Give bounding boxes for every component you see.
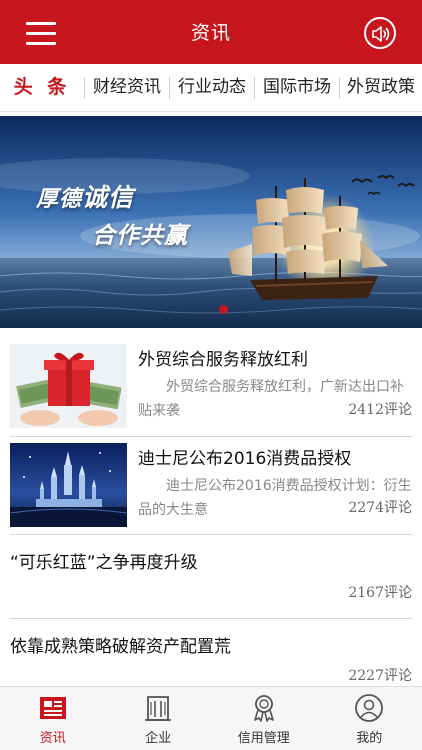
user-profile-icon xyxy=(355,694,384,722)
comment-count: 2274评论 xyxy=(348,500,412,516)
banner-slogan-part1: 厚德 xyxy=(36,187,83,212)
nav-label: 企业 xyxy=(145,731,172,746)
news-item[interactable]: 外贸综合服务释放红利 外贸综合服务释放红利，广新达出口补贴来袭 2412评论 xyxy=(10,344,412,432)
speaker-button[interactable] xyxy=(364,17,396,49)
speaker-icon xyxy=(372,26,390,42)
tab-trade-policy[interactable]: 外贸政策 xyxy=(340,64,422,112)
news-thumbnail xyxy=(10,344,127,428)
category-tabs: 头 条 财经资讯 行业动态 国际市场 外贸政策 xyxy=(0,64,422,112)
comment-count: 2412评论 xyxy=(348,402,412,418)
award-ribbon-icon xyxy=(253,695,274,722)
banner-slogan-line1: 厚德诚信 xyxy=(36,178,134,214)
tab-international-market[interactable]: 国际市场 xyxy=(255,64,339,112)
news-title: 迪士尼公布2016消费品授权 xyxy=(138,449,352,469)
list-divider xyxy=(10,618,412,619)
news-thumbnail xyxy=(10,443,127,527)
building-icon xyxy=(145,696,172,721)
banner-carousel[interactable]: 厚德诚信 合作共赢 xyxy=(0,116,422,328)
news-title: 外贸综合服务释放红利 xyxy=(138,350,308,370)
news-title: 依靠成熟策略破解资产配置荒 xyxy=(10,637,231,657)
news-item[interactable]: 迪士尼公布2016消费品授权 迪士尼公布2016消费品授权计划：衍生品的大生意 … xyxy=(10,443,412,531)
comment-count: 2167评论 xyxy=(348,585,412,601)
comment-count: 2227评论 xyxy=(348,668,412,684)
news-item[interactable]: 依靠成熟策略破解资产配置荒 2227评论 xyxy=(10,632,412,686)
top-header: 资讯 xyxy=(0,0,422,64)
news-item[interactable]: “可乐红蓝”之争再度升级 2167评论 xyxy=(10,546,412,612)
nav-label: 信用管理 xyxy=(237,731,290,746)
gift-box-money-image xyxy=(10,344,127,428)
nav-label: 我的 xyxy=(356,731,383,746)
tab-headlines[interactable]: 头 条 xyxy=(0,64,84,112)
tab-industry-news[interactable]: 行业动态 xyxy=(170,64,254,112)
nav-label: 资讯 xyxy=(39,731,66,746)
nav-item-news[interactable]: 资讯 xyxy=(0,687,106,750)
nav-item-profile[interactable]: 我的 xyxy=(317,687,422,750)
castle-night-image xyxy=(10,443,127,527)
tab-finance-news[interactable]: 财经资讯 xyxy=(85,64,169,112)
list-divider xyxy=(10,436,412,437)
nav-item-company[interactable]: 企业 xyxy=(106,687,212,750)
list-divider xyxy=(10,534,412,535)
news-title: “可乐红蓝”之争再度升级 xyxy=(10,553,198,573)
banner-slogan-line2: 合作共赢 xyxy=(92,223,188,249)
bottom-navigation: 资讯 企业 信用管理 我的 xyxy=(0,686,422,750)
carousel-indicator-active[interactable] xyxy=(219,305,228,314)
sailing-ship-banner-image xyxy=(0,116,422,328)
page-title: 资讯 xyxy=(190,22,231,44)
nav-item-credit-management[interactable]: 信用管理 xyxy=(211,687,317,750)
banner-slogan-part2: 诚信 xyxy=(82,183,135,212)
news-icon xyxy=(39,697,66,719)
